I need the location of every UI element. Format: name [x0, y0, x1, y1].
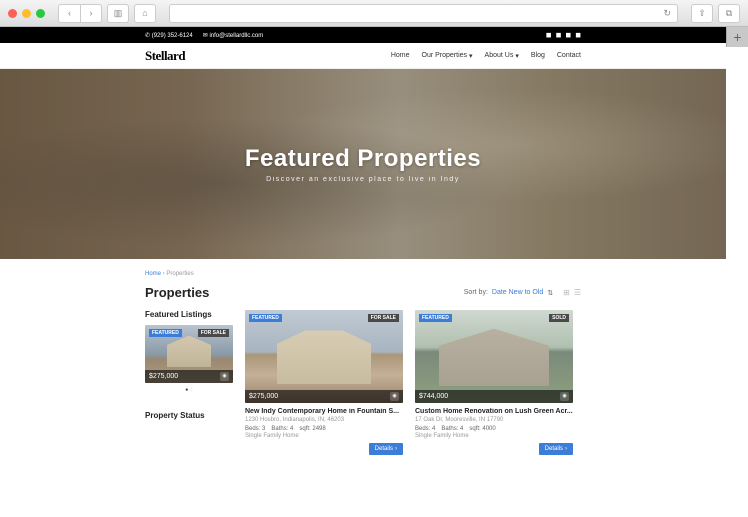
- nav-properties[interactable]: Our Properties ▾: [422, 52, 473, 60]
- sidebar-toggle[interactable]: ▥: [107, 4, 129, 23]
- nav-home[interactable]: Home: [391, 52, 410, 60]
- chevron-down-icon: ▾: [515, 52, 519, 60]
- card-title: New Indy Contemporary Home in Fountain S…: [245, 408, 403, 415]
- camera-icon: ◉: [560, 392, 569, 401]
- back-button[interactable]: ‹: [58, 4, 80, 23]
- nav-blog[interactable]: Blog: [531, 52, 545, 60]
- share-button[interactable]: ⇪: [691, 4, 713, 23]
- carousel-dots[interactable]: ● ○: [145, 387, 233, 393]
- card-address: 1230 Hosbro, Indianapolis, IN, 46203: [245, 417, 403, 423]
- list-view-button[interactable]: ☰: [574, 288, 581, 297]
- status-badge: SOLD: [549, 314, 569, 322]
- youtube-icon[interactable]: ◼: [575, 31, 581, 39]
- phone-icon: ✆: [145, 33, 152, 39]
- facebook-icon[interactable]: ◼: [546, 31, 552, 39]
- sort-caret-icon: ⇅: [547, 289, 553, 297]
- new-tab-button[interactable]: +: [726, 27, 748, 47]
- status-badge: FOR SALE: [368, 314, 399, 322]
- grid-view-button[interactable]: ⊞: [563, 288, 570, 297]
- site-logo[interactable]: Stellard: [145, 48, 185, 64]
- breadcrumb-current: Properties: [166, 271, 193, 277]
- browser-toolbar: ‹ › ▥ ⌂ ↻ ⇪ ⧉: [0, 0, 748, 27]
- thumb-price: $275,000: [149, 373, 178, 380]
- sort-control[interactable]: Sort by: Date New to Old ⇅: [464, 289, 553, 297]
- featured-listings-title: Featured Listings: [145, 310, 233, 319]
- card-price: $744,000: [419, 393, 448, 400]
- linkedin-icon[interactable]: ◼: [556, 31, 562, 39]
- home-button[interactable]: ⌂: [134, 4, 156, 23]
- featured-badge: FEATURED: [249, 314, 282, 322]
- address-bar[interactable]: ↻: [169, 4, 678, 23]
- forsale-badge: FOR SALE: [198, 329, 229, 337]
- details-button[interactable]: Details ›: [369, 443, 403, 455]
- featured-badge: FEATURED: [149, 329, 182, 337]
- tabs-button[interactable]: ⧉: [718, 4, 740, 23]
- nav-about[interactable]: About Us ▾: [485, 52, 519, 60]
- card-address: 17 Oak Dr, Mooresville, IN 17790: [415, 417, 573, 423]
- chevron-down-icon: ▾: [469, 52, 473, 60]
- close-window[interactable]: [8, 9, 17, 18]
- hero-banner: Featured Properties Discover an exclusiv…: [0, 69, 726, 259]
- forward-button[interactable]: ›: [80, 4, 102, 23]
- nav-contact[interactable]: Contact: [557, 52, 581, 60]
- property-card[interactable]: FEATURED SOLD $744,000 ◉ Custom Home Reno…: [415, 310, 573, 455]
- property-status-title: Property Status: [145, 411, 233, 420]
- hero-title: Featured Properties: [245, 145, 481, 173]
- instagram-icon[interactable]: ◼: [565, 31, 571, 39]
- card-type: Single Family Home: [415, 433, 573, 439]
- card-price: $275,000: [249, 393, 278, 400]
- hero-subtitle: Discover an exclusive place to live in I…: [266, 176, 460, 183]
- window-controls: [8, 9, 45, 18]
- card-meta: Beds: 4Baths: 4sqft: 4000: [415, 426, 573, 432]
- property-card[interactable]: FEATURED FOR SALE $275,000 ◉ New Indy Con…: [245, 310, 403, 455]
- main-nav: Stellard Home Our Properties ▾ About Us …: [0, 43, 726, 69]
- card-type: Single Family Home: [245, 433, 403, 439]
- camera-icon: ◉: [390, 392, 399, 401]
- property-image: FEATURED SOLD $744,000 ◉: [415, 310, 573, 403]
- card-meta: Beds: 3Baths: 4sqft: 2498: [245, 426, 403, 432]
- property-image: FEATURED FOR SALE $275,000 ◉: [245, 310, 403, 403]
- featured-thumbnail[interactable]: FEATURED FOR SALE $275,000 ◉: [145, 325, 233, 383]
- email-link[interactable]: ✉ info@stellardllc.com: [203, 32, 263, 39]
- phone-number[interactable]: ✆ (929) 352-6124: [145, 32, 193, 39]
- breadcrumb: Home › Properties: [145, 271, 581, 277]
- breadcrumb-home[interactable]: Home: [145, 271, 161, 277]
- featured-badge: FEATURED: [419, 314, 452, 322]
- maximize-window[interactable]: [36, 9, 45, 18]
- camera-icon: ◉: [220, 372, 229, 381]
- details-button[interactable]: Details ›: [539, 443, 573, 455]
- minimize-window[interactable]: [22, 9, 31, 18]
- section-title: Properties: [145, 285, 209, 300]
- top-info-bar: ✆ (929) 352-6124 ✉ info@stellardllc.com …: [0, 27, 726, 43]
- card-title: Custom Home Renovation on Lush Green Acr…: [415, 408, 573, 415]
